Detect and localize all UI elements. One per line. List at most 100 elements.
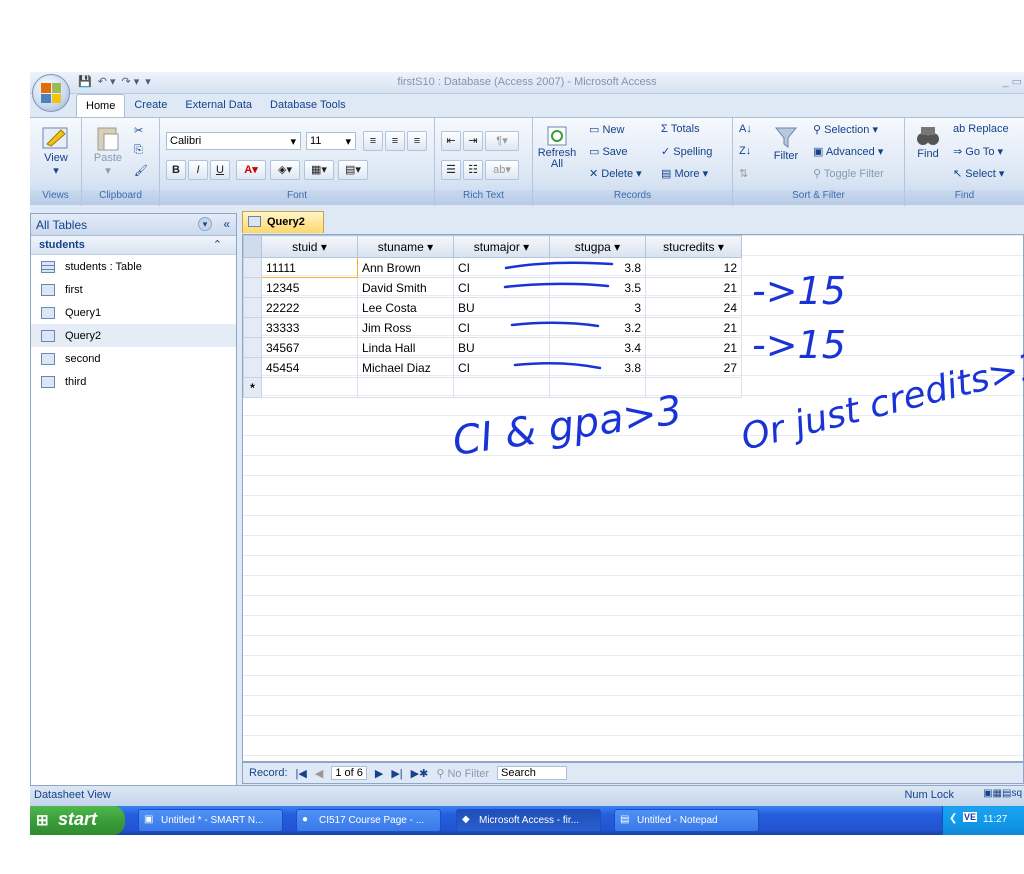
cell-stugpa[interactable]: 3.8 (549, 257, 646, 278)
cell-stucredits[interactable]: 27 (645, 357, 742, 378)
cell-stucredits[interactable]: 21 (645, 337, 742, 358)
new-cell[interactable] (645, 377, 742, 398)
font-color-icon[interactable]: A▾ (236, 160, 266, 180)
cell-stucredits[interactable]: 12 (645, 257, 742, 278)
row-selector[interactable] (243, 357, 262, 378)
cell-stuid[interactable]: 22222 (261, 297, 358, 318)
row-selector[interactable] (243, 297, 262, 318)
shutter-bar-close-icon[interactable]: « (223, 217, 230, 231)
tab-database-tools[interactable]: Database Tools (261, 94, 355, 118)
new-cell[interactable] (453, 377, 550, 398)
paste-button[interactable]: Paste ▾ (88, 124, 128, 177)
nav-item-third[interactable]: third (31, 370, 236, 393)
table-row[interactable]: 22222 Lee Costa BU 3 24 (243, 297, 742, 318)
cell-stucredits[interactable]: 21 (645, 317, 742, 338)
column-header-stuid[interactable]: stuid ▾ (261, 235, 358, 258)
row-selector[interactable] (243, 257, 262, 278)
record-position[interactable]: 1 of 6 (331, 766, 367, 780)
task-notepad[interactable]: ▤ Untitled - Notepad (614, 809, 759, 832)
table-row[interactable]: 11111 Ann Brown CI 3.8 12 (243, 257, 742, 278)
gridlines-icon[interactable]: ▦▾ (304, 160, 334, 180)
office-button[interactable] (32, 74, 70, 112)
table-row[interactable]: 12345 David Smith CI 3.5 21 (243, 277, 742, 298)
table-row[interactable]: 45454 Michael Diaz CI 3.8 27 (243, 357, 742, 378)
cell-stumajor[interactable]: CI (453, 357, 550, 378)
row-selector[interactable] (243, 317, 262, 338)
first-record-icon[interactable]: |◀ (296, 767, 307, 780)
chevron-down-icon[interactable]: ▾ (614, 240, 620, 254)
new-cell[interactable] (549, 377, 646, 398)
nav-item-first[interactable]: first (31, 278, 236, 301)
underline-button[interactable]: U (210, 160, 230, 180)
tab-external-data[interactable]: External Data (176, 94, 261, 118)
cell-stuname[interactable]: Linda Hall (357, 337, 454, 358)
cell-stugpa[interactable]: 3 (549, 297, 646, 318)
task-microsoft-access[interactable]: ◆ Microsoft Access - fir... (456, 809, 601, 832)
next-record-icon[interactable]: ▶ (375, 767, 383, 780)
sort-ascending-icon[interactable]: A↓ (739, 123, 752, 135)
chevron-down-icon[interactable]: ▾ (198, 217, 212, 231)
cell-stuid[interactable]: 45454 (261, 357, 358, 378)
replace-button[interactable]: ab Replace (953, 123, 1009, 135)
nav-group-students[interactable]: students ⌃ (31, 236, 236, 255)
tray-app-icon[interactable]: VE (963, 812, 978, 822)
filter-button[interactable]: Filter (767, 124, 805, 162)
no-filter-button[interactable]: ⚲ No Filter (436, 767, 489, 780)
bold-button[interactable]: B (166, 160, 186, 180)
new-cell[interactable] (357, 377, 454, 398)
paragraph-icon[interactable]: ¶▾ (485, 131, 519, 151)
cell-stuname[interactable]: Ann Brown (357, 257, 454, 278)
italic-button[interactable]: I (188, 160, 208, 180)
tray-arrow-icon[interactable]: ❮ (949, 813, 957, 824)
align-center-icon[interactable]: ≡ (385, 131, 405, 151)
decrease-indent-icon[interactable]: ⇤ (441, 131, 461, 151)
nav-item-query2[interactable]: Query2 (31, 324, 236, 347)
view-switcher-icons[interactable]: ▣▦▤sq (983, 788, 1022, 799)
cell-stugpa[interactable]: 3.5 (549, 277, 646, 298)
cell-stumajor[interactable]: CI (453, 277, 550, 298)
delete-record-button[interactable]: ✕ Delete ▾ (589, 167, 642, 180)
table-row[interactable]: 33333 Jim Ross CI 3.2 21 (243, 317, 742, 338)
chevron-down-icon[interactable]: ▾ (523, 240, 529, 254)
new-record-button[interactable]: ▭ New (589, 123, 624, 136)
cell-stuname[interactable]: Jim Ross (357, 317, 454, 338)
table-row[interactable]: 34567 Linda Hall BU 3.4 21 (243, 337, 742, 358)
go-to-button[interactable]: ⇒ Go To ▾ (953, 145, 1003, 158)
chevron-down-icon[interactable]: ▾ (321, 240, 327, 254)
cell-stumajor[interactable]: CI (453, 257, 550, 278)
copy-icon[interactable]: ⎘ (134, 144, 143, 157)
row-selector[interactable] (243, 337, 262, 358)
cell-stumajor[interactable]: BU (453, 337, 550, 358)
cell-stumajor[interactable]: CI (453, 317, 550, 338)
cell-stuname[interactable]: Lee Costa (357, 297, 454, 318)
cell-stuid[interactable]: 34567 (261, 337, 358, 358)
more-button[interactable]: ▤ More ▾ (661, 167, 708, 180)
new-record-marker[interactable]: * (243, 377, 262, 398)
select-all-cell[interactable] (243, 235, 262, 258)
align-left-icon[interactable]: ≡ (363, 131, 383, 151)
column-header-stucredits[interactable]: stucredits ▾ (645, 235, 742, 258)
advanced-button[interactable]: ▣ Advanced ▾ (813, 145, 883, 158)
search-input[interactable]: Search (497, 766, 568, 780)
numbering-icon[interactable]: ☷ (463, 160, 483, 180)
view-button[interactable]: View ▾ (36, 122, 76, 177)
alternate-fill-icon[interactable]: ▤▾ (338, 160, 368, 180)
cell-stucredits[interactable]: 24 (645, 297, 742, 318)
cell-stugpa[interactable]: 3.8 (549, 357, 646, 378)
tab-query2[interactable]: Query2 (242, 211, 324, 233)
new-record-row[interactable]: * (243, 377, 742, 398)
task-course-page[interactable]: ● CI517 Course Page - ... (296, 809, 441, 832)
start-button[interactable]: ⊞ start (30, 806, 125, 835)
task-smart-notebook[interactable]: ▣ Untitled * - SMART N... (138, 809, 283, 832)
fill-color-icon[interactable]: ◈▾ (270, 160, 300, 180)
increase-indent-icon[interactable]: ⇥ (463, 131, 483, 151)
spelling-button[interactable]: ✓ Spelling (661, 145, 712, 158)
cell-stuid[interactable]: 33333 (261, 317, 358, 338)
new-record-nav-icon[interactable]: ▶✱ (411, 767, 429, 780)
align-right-icon[interactable]: ≡ (407, 131, 427, 151)
clear-sort-icon[interactable]: ⇅ (739, 167, 748, 180)
cell-stugpa[interactable]: 3.4 (549, 337, 646, 358)
column-header-stumajor[interactable]: stumajor ▾ (453, 235, 550, 258)
bullets-icon[interactable]: ☰ (441, 160, 461, 180)
highlight-icon[interactable]: ab▾ (485, 160, 519, 180)
